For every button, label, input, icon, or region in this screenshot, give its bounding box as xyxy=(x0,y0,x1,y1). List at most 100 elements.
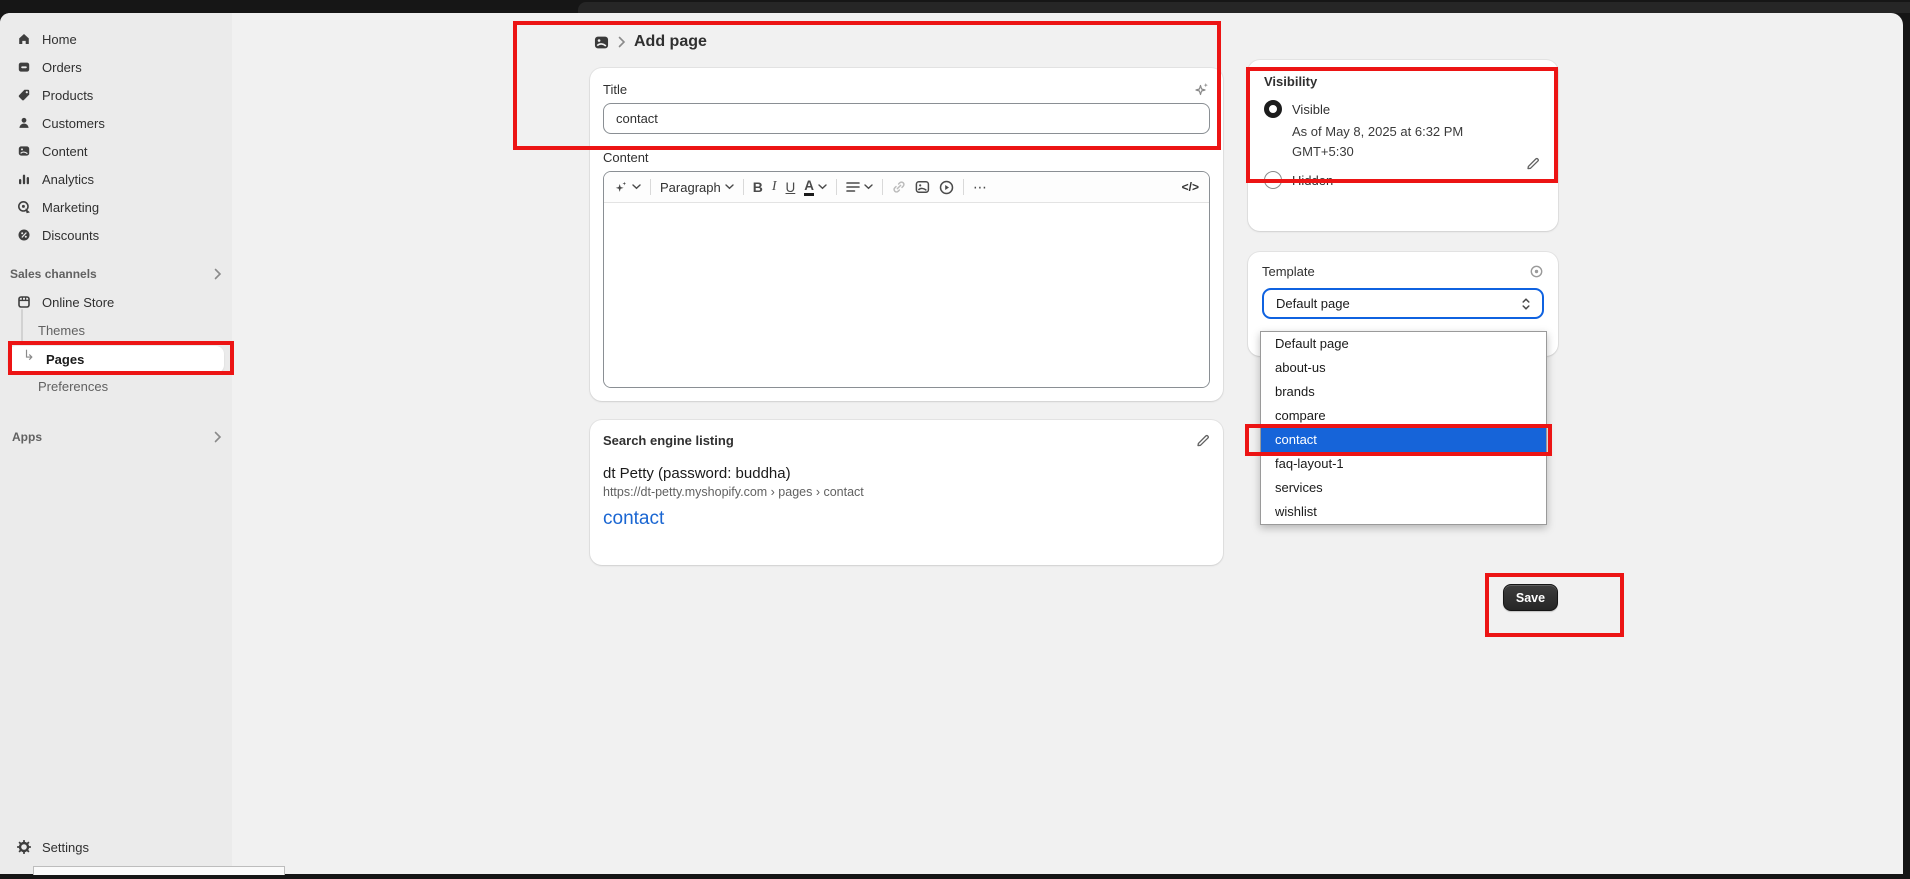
content-icon xyxy=(14,144,34,158)
edit-pencil-icon[interactable] xyxy=(1525,156,1540,171)
chevron-down-icon xyxy=(725,184,734,190)
sidebar-section-apps[interactable]: Apps xyxy=(0,425,232,449)
dropdown-option-wishlist[interactable]: wishlist xyxy=(1261,500,1546,524)
italic-button[interactable]: I xyxy=(772,179,777,195)
top-bar-accent xyxy=(578,2,1910,13)
toolbar-divider xyxy=(963,179,964,195)
title-field-label: Title xyxy=(603,82,627,97)
bold-button[interactable]: B xyxy=(753,179,763,195)
radio-label: Hidden xyxy=(1292,173,1333,188)
radio-label: Visible xyxy=(1292,102,1330,117)
chevron-right-icon xyxy=(214,431,222,443)
tree-branch-arrow-icon: ↳ xyxy=(23,348,35,364)
search-engine-listing-card: Search engine listing dt Petty (password… xyxy=(590,420,1223,565)
sidebar-item-label: Settings xyxy=(42,840,89,855)
text-color-button[interactable]: A xyxy=(804,179,827,196)
editor-toolbar: Paragraph B I U A xyxy=(604,172,1209,203)
paragraph-style-label: Paragraph xyxy=(660,180,721,195)
seo-site-title: dt Petty (password: buddha) xyxy=(603,465,1210,482)
alignment-button[interactable] xyxy=(846,181,873,193)
dropdown-option-faq-layout-1[interactable]: faq-layout-1 xyxy=(1261,452,1546,476)
breadcrumb: Add page xyxy=(593,31,707,53)
template-heading: Template xyxy=(1262,264,1315,279)
breadcrumb-separator-icon xyxy=(618,36,626,48)
sales-channels-label: Sales channels xyxy=(10,267,214,281)
products-tag-icon xyxy=(14,88,34,102)
chevron-down-icon xyxy=(818,184,827,190)
sidebar-item-home[interactable]: Home xyxy=(0,25,232,53)
discounts-badge-icon xyxy=(14,228,34,242)
sidebar-item-online-store[interactable]: Online Store xyxy=(0,288,232,316)
select-updown-icon xyxy=(1520,297,1532,311)
sidebar-item-settings[interactable]: Settings xyxy=(0,834,232,860)
sidebar-item-label: Products xyxy=(42,88,93,103)
dropdown-option-default-page[interactable]: Default page xyxy=(1261,332,1546,356)
customers-person-icon xyxy=(14,116,34,130)
dropdown-option-compare[interactable]: compare xyxy=(1261,404,1546,428)
underline-button[interactable]: U xyxy=(786,180,796,195)
ai-sparkle-icon[interactable] xyxy=(1194,81,1210,97)
theme-view-icon[interactable] xyxy=(1529,264,1544,279)
title-input[interactable] xyxy=(603,103,1210,134)
marketing-target-icon xyxy=(14,200,34,214)
insert-video-icon[interactable] xyxy=(939,180,954,195)
analytics-bars-icon xyxy=(14,172,34,186)
editor-ai-button[interactable] xyxy=(614,180,641,194)
visibility-option-hidden[interactable]: Hidden xyxy=(1264,171,1542,189)
sidebar-item-themes[interactable]: Themes xyxy=(0,317,232,343)
sidebar-item-discounts[interactable]: Discounts xyxy=(0,221,232,249)
template-selected-value: Default page xyxy=(1276,296,1350,311)
sidebar-item-label: Orders xyxy=(42,60,82,75)
dropdown-option-contact[interactable]: contact xyxy=(1261,428,1546,452)
home-icon xyxy=(14,32,34,46)
content-field-label: Content xyxy=(603,150,1210,165)
sidebar-item-pages[interactable]: ↳ Pages xyxy=(8,346,224,373)
toolbar-divider xyxy=(743,179,744,195)
template-dropdown-list: Default page about-us brands compare con… xyxy=(1260,331,1547,525)
sidebar-item-label: Themes xyxy=(38,323,85,338)
save-button[interactable]: Save xyxy=(1503,584,1558,611)
sidebar-main-nav: Home Orders Products Customers Content A… xyxy=(0,25,232,249)
sidebar-item-label: Preferences xyxy=(38,379,108,394)
edit-pencil-icon[interactable] xyxy=(1195,433,1210,448)
code-view-button[interactable]: </> xyxy=(1182,180,1199,194)
seo-heading: Search engine listing xyxy=(603,433,734,448)
gear-icon xyxy=(14,840,34,854)
sidebar-item-label: Analytics xyxy=(42,172,94,187)
sidebar-item-label: Marketing xyxy=(42,200,99,215)
sidebar-item-orders[interactable]: Orders xyxy=(0,53,232,81)
radio-unselected-icon[interactable] xyxy=(1264,171,1282,189)
chevron-right-icon xyxy=(214,268,222,280)
sidebar-section-sales-channels[interactable]: Sales channels xyxy=(0,262,232,286)
toolbar-divider xyxy=(882,179,883,195)
sidebar-item-label: Pages xyxy=(46,352,84,367)
link-icon[interactable] xyxy=(892,180,906,194)
visibility-card: Visibility Visible As of May 8, 2025 at … xyxy=(1248,60,1558,231)
sidebar-item-marketing[interactable]: Marketing xyxy=(0,193,232,221)
paragraph-style-dropdown[interactable]: Paragraph xyxy=(660,180,734,195)
sidebar-item-products[interactable]: Products xyxy=(0,81,232,109)
pages-content-icon[interactable] xyxy=(593,34,610,51)
template-select[interactable]: Default page xyxy=(1262,288,1544,319)
dropdown-option-services[interactable]: services xyxy=(1261,476,1546,500)
dropdown-option-brands[interactable]: brands xyxy=(1261,380,1546,404)
seo-page-link[interactable]: contact xyxy=(603,508,664,530)
seo-url: https://dt-petty.myshopify.com › pages ›… xyxy=(603,485,1210,499)
editor-content-area[interactable] xyxy=(604,203,1209,387)
insert-image-icon[interactable] xyxy=(915,180,930,194)
shopify-admin-window: Home Orders Products Customers Content A… xyxy=(0,13,1903,874)
visibility-option-visible[interactable]: Visible xyxy=(1264,100,1542,118)
toolbar-divider xyxy=(836,179,837,195)
dropdown-option-about-us[interactable]: about-us xyxy=(1261,356,1546,380)
radio-selected-icon[interactable] xyxy=(1264,100,1282,118)
sidebar-item-content[interactable]: Content xyxy=(0,137,232,165)
toolbar-divider xyxy=(650,179,651,195)
chevron-down-icon xyxy=(864,184,873,190)
browser-top-bar xyxy=(0,0,1910,13)
page-title: Add page xyxy=(634,33,707,51)
apps-label: Apps xyxy=(10,430,214,444)
sidebar-item-analytics[interactable]: Analytics xyxy=(0,165,232,193)
sidebar-item-customers[interactable]: Customers xyxy=(0,109,232,137)
more-options-button[interactable]: ⋯ xyxy=(973,179,988,196)
sidebar-item-preferences[interactable]: Preferences xyxy=(0,373,232,399)
